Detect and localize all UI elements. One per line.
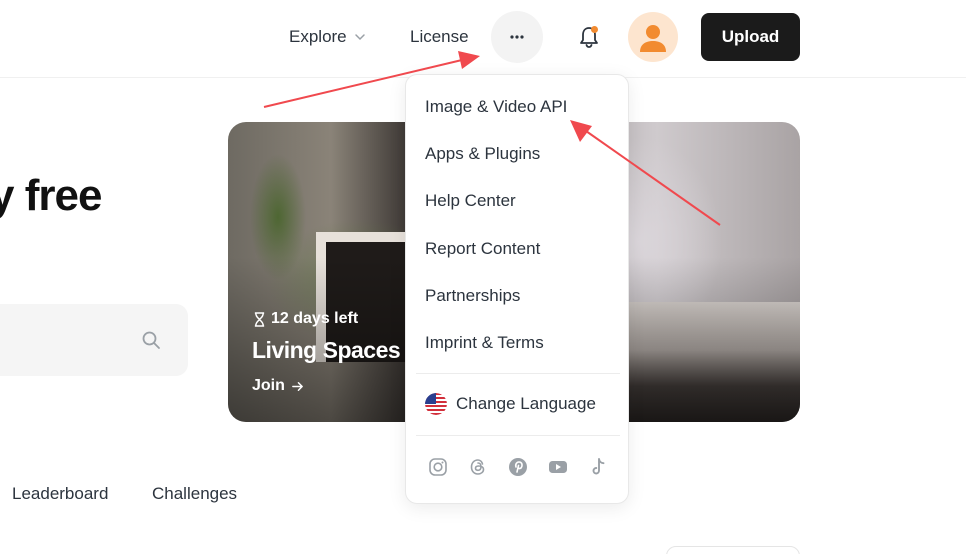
partial-control[interactable] xyxy=(666,546,800,554)
user-icon xyxy=(640,25,666,52)
hourglass-icon xyxy=(254,311,265,327)
tab-leaderboard[interactable]: Leaderboard xyxy=(12,484,108,504)
hero-title-line2: s. xyxy=(0,222,101,274)
upload-button[interactable]: Upload xyxy=(701,13,800,61)
nav-explore[interactable]: Explore xyxy=(289,25,366,49)
more-options-button[interactable] xyxy=(491,11,543,63)
us-flag-icon xyxy=(425,393,447,415)
menu-divider xyxy=(416,435,620,436)
menu-item-imprint-terms[interactable]: Imprint & Terms xyxy=(425,333,544,353)
menu-item-image-video-api[interactable]: Image & Video API xyxy=(425,97,567,117)
tiktok-icon[interactable] xyxy=(587,456,609,478)
search-icon[interactable] xyxy=(141,330,161,350)
menu-item-apps-plugins[interactable]: Apps & Plugins xyxy=(425,144,540,164)
more-horizontal-icon xyxy=(510,35,524,39)
tab-challenges[interactable]: Challenges xyxy=(152,484,237,504)
arrow-right-icon xyxy=(292,381,303,391)
banner-join-label: Join xyxy=(252,377,285,394)
menu-item-help-center[interactable]: Help Center xyxy=(425,191,516,211)
menu-item-change-language[interactable]: Change Language xyxy=(425,393,596,415)
top-navigation-bar xyxy=(0,0,966,78)
menu-item-partnerships[interactable]: Partnerships xyxy=(425,286,520,306)
more-options-menu: Image & Video API Apps & Plugins Help Ce… xyxy=(405,74,629,504)
menu-item-report-content[interactable]: Report Content xyxy=(425,239,540,259)
hero-title: y free s. xyxy=(0,170,102,274)
bell-icon[interactable] xyxy=(576,24,602,50)
avatar[interactable] xyxy=(628,12,678,62)
nav-license[interactable]: License xyxy=(410,27,469,47)
pinterest-icon[interactable] xyxy=(507,456,529,478)
chevron-down-icon xyxy=(354,34,365,41)
threads-icon[interactable] xyxy=(467,456,489,478)
nav-explore-label: Explore xyxy=(289,27,347,46)
notification-badge xyxy=(591,26,598,33)
youtube-icon[interactable] xyxy=(547,456,569,478)
banner-days-text: 12 days left xyxy=(271,310,359,327)
banner-join-link[interactable]: Join xyxy=(252,377,304,395)
instagram-icon[interactable] xyxy=(427,456,449,478)
hero-title-line1: y free xyxy=(0,171,102,220)
banner-title: Living Spaces C xyxy=(252,337,423,363)
banner-days-left: 12 days left xyxy=(253,310,358,328)
menu-divider xyxy=(416,373,620,374)
change-language-label: Change Language xyxy=(456,394,596,413)
